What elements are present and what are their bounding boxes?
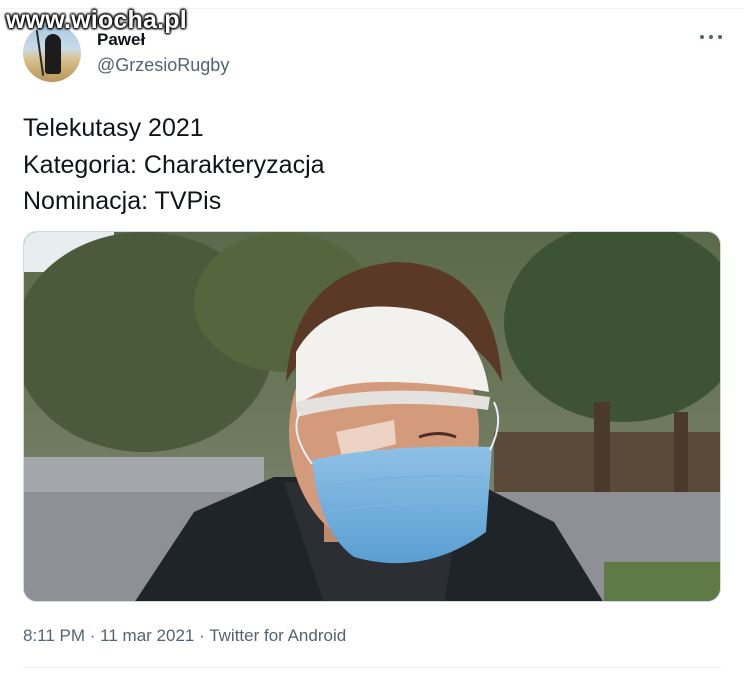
tweet-text: Telekutasy 2021 Kategoria: Charakteryzac… <box>23 110 325 220</box>
scythe-shape <box>35 30 45 76</box>
tweet-time[interactable]: 8:11 PM <box>23 626 85 645</box>
user-handle[interactable]: @GrzesioRugby <box>97 55 229 76</box>
reaper-figure <box>45 34 61 74</box>
divider <box>23 667 721 668</box>
tweet-date[interactable]: 11 mar 2021 <box>100 626 194 645</box>
dot <box>700 35 704 39</box>
tweet-line: Telekutasy 2021 <box>23 114 204 142</box>
photo-illustration <box>24 232 720 601</box>
tweet-photo[interactable] <box>23 231 721 602</box>
tweet-card: www.wiocha.pl Paweł @GrzesioRugby Teleku… <box>0 0 744 676</box>
tweet-metadata: 8:11 PM · 11 mar 2021 · Twitter for Andr… <box>23 626 346 646</box>
tweet-line: Nominacja: TVPis <box>23 187 222 215</box>
separator: · <box>85 626 101 645</box>
tweet-source[interactable]: Twitter for Android <box>209 626 346 645</box>
dot <box>718 35 722 39</box>
dot <box>709 35 713 39</box>
tweet-line: Kategoria: Charakteryzacja <box>23 150 325 179</box>
watermark: www.wiocha.pl <box>6 6 187 34</box>
separator: · <box>194 626 210 645</box>
more-options-icon[interactable] <box>700 30 722 44</box>
